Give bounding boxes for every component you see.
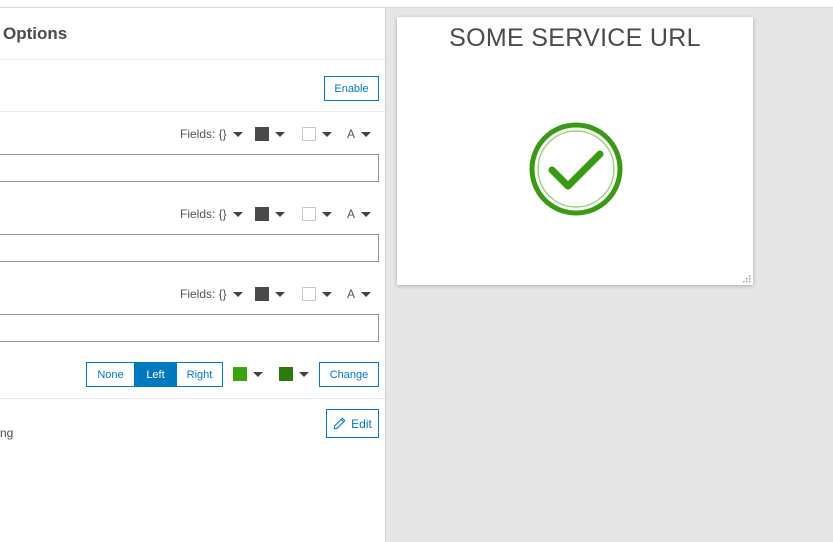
fields-label: Fields: {} <box>180 127 227 141</box>
align-none-button[interactable]: None <box>86 362 135 387</box>
bg-color-swatch <box>302 207 316 221</box>
chevron-down-icon <box>253 371 263 377</box>
text-field-1[interactable] <box>0 154 379 182</box>
edit-button[interactable]: Edit <box>326 409 379 438</box>
fields-dropdown[interactable]: Fields: {} <box>180 207 243 221</box>
change-icon-button[interactable]: Change <box>319 362 379 387</box>
chevron-down-icon <box>275 291 285 297</box>
bg-color-dropdown[interactable] <box>302 287 332 301</box>
chevron-down-icon <box>322 131 332 137</box>
options-panel: Options Enable Fields: {} A Fields: {} A… <box>0 8 386 542</box>
text-field-3[interactable] <box>0 314 379 342</box>
icon-color-dropdown[interactable] <box>233 367 263 381</box>
top-border <box>0 0 833 8</box>
fields-label: Fields: {} <box>180 207 227 221</box>
fields-label: Fields: {} <box>180 287 227 301</box>
bg-color-swatch <box>302 127 316 141</box>
chevron-down-icon <box>361 291 372 297</box>
divider <box>0 59 385 60</box>
panel-title: Options <box>3 24 68 43</box>
icon-secondary-color-dropdown[interactable] <box>279 367 309 381</box>
enable-button[interactable]: Enable <box>324 76 379 101</box>
preview-title: SOME SERVICE URL <box>449 24 701 52</box>
chevron-down-icon <box>232 131 243 137</box>
font-label: A <box>347 207 356 221</box>
text-field-2[interactable] <box>0 234 379 262</box>
bg-color-swatch <box>302 287 316 301</box>
chevron-down-icon <box>232 211 243 217</box>
divider <box>0 111 385 112</box>
chevron-down-icon <box>232 291 243 297</box>
chevron-down-icon <box>275 131 285 137</box>
chevron-down-icon <box>361 211 372 217</box>
text-color-swatch <box>255 287 269 301</box>
chevron-down-icon <box>322 291 332 297</box>
chevron-down-icon <box>322 211 332 217</box>
fields-dropdown[interactable]: Fields: {} <box>180 127 243 141</box>
icon-secondary-color-swatch <box>279 367 293 381</box>
text-color-dropdown[interactable] <box>255 127 285 141</box>
checkmark-circle-icon <box>529 122 623 216</box>
text-color-dropdown[interactable] <box>255 207 285 221</box>
preview-card: SOME SERVICE URL <box>397 17 753 285</box>
text-color-swatch <box>255 207 269 221</box>
chevron-down-icon <box>299 371 309 377</box>
edit-label: Edit <box>351 416 372 431</box>
setting-label: ng <box>0 426 14 440</box>
font-label: A <box>347 287 356 301</box>
pencil-icon <box>333 417 346 430</box>
bg-color-dropdown[interactable] <box>302 207 332 221</box>
chevron-down-icon <box>361 131 372 137</box>
bg-color-dropdown[interactable] <box>302 127 332 141</box>
icon-primary-color-swatch <box>233 367 247 381</box>
text-color-dropdown[interactable] <box>255 287 285 301</box>
align-left-button[interactable]: Left <box>135 362 176 387</box>
text-color-swatch <box>255 127 269 141</box>
align-right-button[interactable]: Right <box>176 362 223 387</box>
divider <box>0 398 385 399</box>
font-dropdown[interactable]: A <box>347 127 372 141</box>
font-label: A <box>347 127 356 141</box>
font-dropdown[interactable]: A <box>347 207 372 221</box>
fields-dropdown[interactable]: Fields: {} <box>180 287 243 301</box>
font-dropdown[interactable]: A <box>347 287 372 301</box>
resize-grip-icon[interactable] <box>741 273 751 283</box>
chevron-down-icon <box>275 211 285 217</box>
